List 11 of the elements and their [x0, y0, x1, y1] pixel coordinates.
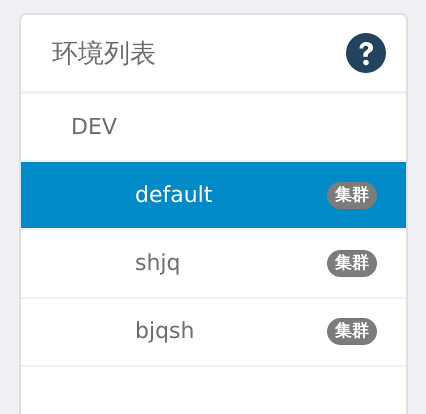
- tree-item[interactable]: default 集群: [21, 162, 406, 230]
- cluster-tag: 集群: [327, 182, 377, 209]
- panel-title: 环境列表: [52, 38, 156, 71]
- help-icon[interactable]: [346, 33, 386, 74]
- item-label: default: [135, 182, 212, 208]
- item-label: DEV: [71, 114, 117, 140]
- tree-item[interactable]: bjqsh 集群: [21, 298, 406, 367]
- item-label: bjqsh: [135, 319, 194, 344]
- cluster-tag: 集群: [327, 318, 377, 346]
- cluster-tag: 集群: [327, 250, 377, 277]
- item-label: shjq: [135, 251, 180, 276]
